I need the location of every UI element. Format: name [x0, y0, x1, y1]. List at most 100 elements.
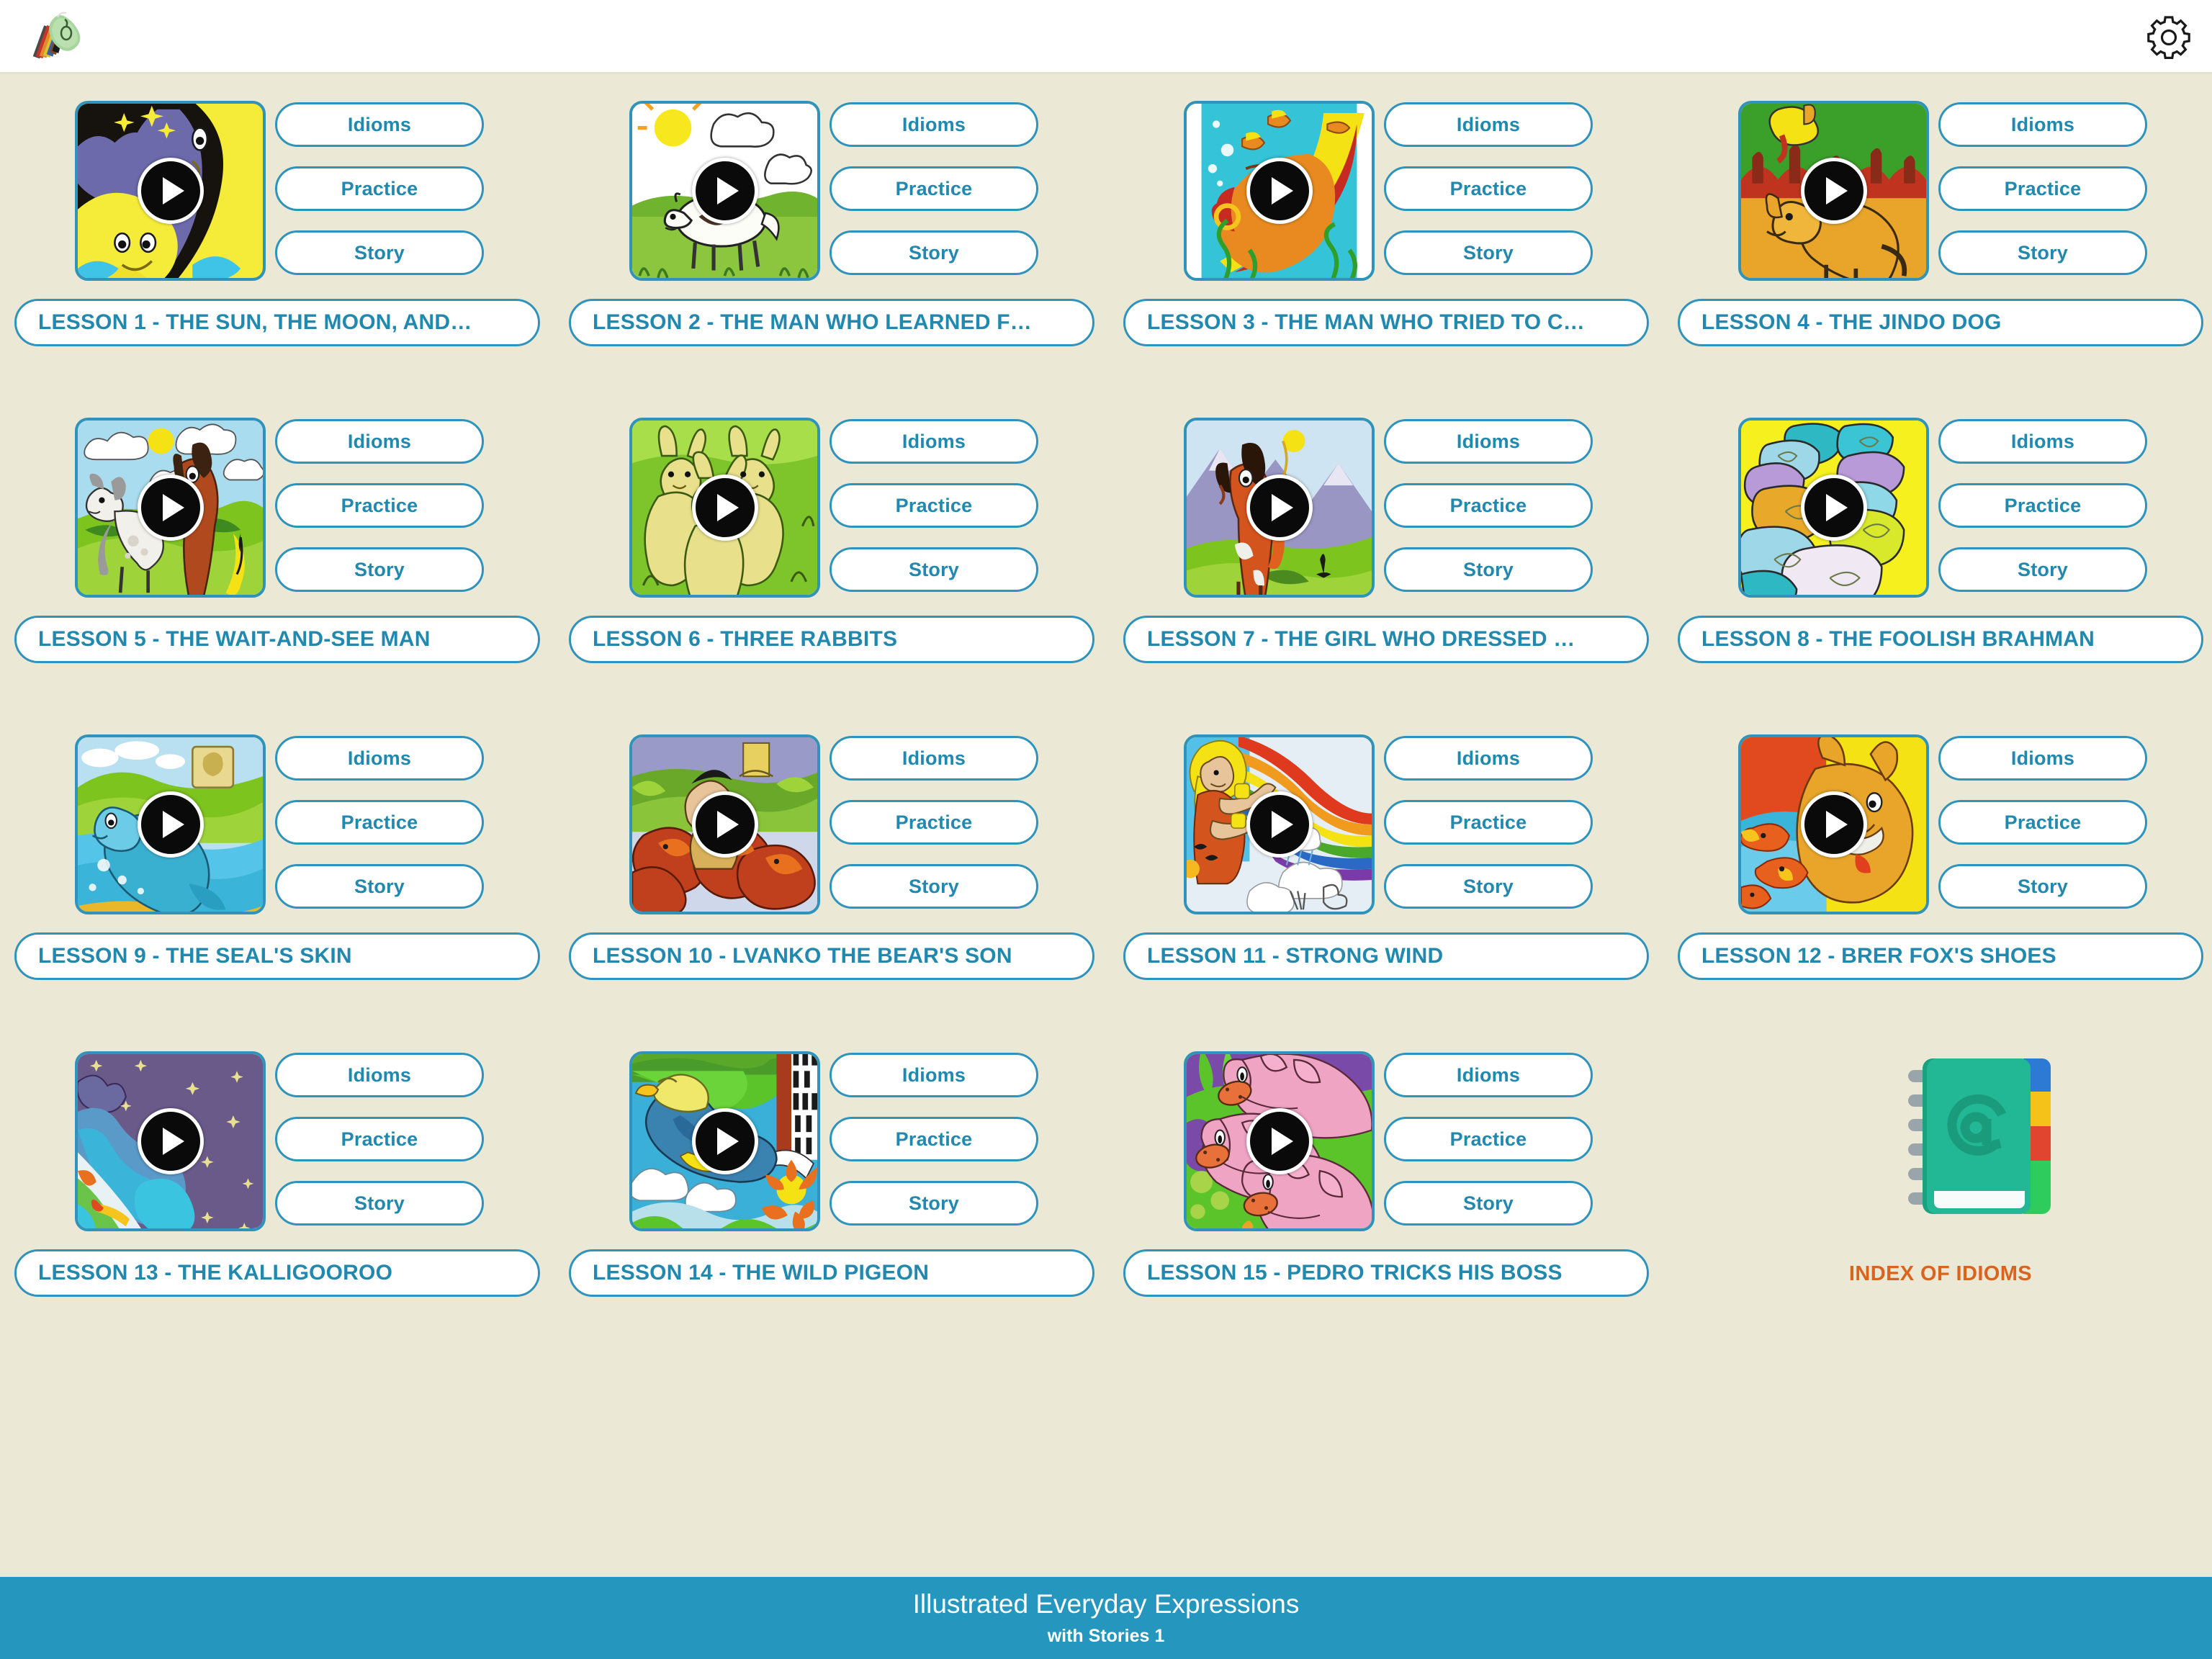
lesson-card: Idioms Practice Story LESSON 8 - THE FOO…	[1663, 402, 2212, 690]
practice-button[interactable]: Practice	[275, 1117, 484, 1161]
play-icon[interactable]	[691, 791, 758, 858]
lesson-title-button[interactable]: LESSON 9 - THE SEAL'S SKIN	[14, 932, 540, 980]
idioms-button[interactable]: Idioms	[830, 736, 1038, 781]
lesson-thumbnail[interactable]	[629, 734, 820, 914]
idioms-button[interactable]: Idioms	[1384, 736, 1593, 781]
practice-button[interactable]: Practice	[830, 483, 1038, 528]
practice-button[interactable]: Practice	[830, 800, 1038, 845]
story-button[interactable]: Story	[275, 1181, 484, 1226]
story-button[interactable]: Story	[830, 1181, 1038, 1226]
practice-button[interactable]: Practice	[1938, 166, 2147, 211]
lesson-title-button[interactable]: LESSON 6 - THREE RABBITS	[569, 616, 1094, 663]
lesson-actions: Idioms Practice Story	[830, 419, 1038, 611]
lesson-title-button[interactable]: LESSON 3 - THE MAN WHO TRIED TO C…	[1123, 299, 1649, 346]
practice-button[interactable]: Practice	[1384, 483, 1593, 528]
idioms-button[interactable]: Idioms	[1938, 736, 2147, 781]
lesson-thumbnail[interactable]	[75, 1051, 266, 1231]
play-icon[interactable]	[137, 791, 204, 858]
lesson-actions: Idioms Practice Story	[1938, 419, 2147, 611]
play-icon[interactable]	[1800, 475, 1867, 541]
idioms-button[interactable]: Idioms	[275, 1053, 484, 1097]
story-button[interactable]: Story	[1384, 230, 1593, 275]
lesson-title-button[interactable]: LESSON 8 - THE FOOLISH BRAHMAN	[1678, 616, 2203, 663]
lesson-thumbnail[interactable]	[75, 734, 266, 914]
idioms-button[interactable]: Idioms	[275, 736, 484, 781]
lesson-title-button[interactable]: LESSON 10 - LVANKO THE BEAR'S SON	[569, 932, 1094, 980]
story-button[interactable]: Story	[830, 547, 1038, 592]
idioms-button[interactable]: Idioms	[1384, 102, 1593, 147]
play-icon[interactable]	[1246, 158, 1313, 224]
idioms-button[interactable]: Idioms	[1384, 1053, 1593, 1097]
gear-icon[interactable]	[2146, 14, 2192, 60]
practice-button[interactable]: Practice	[830, 166, 1038, 211]
play-icon[interactable]	[1246, 475, 1313, 541]
practice-button[interactable]: Practice	[1938, 800, 2147, 845]
idioms-button[interactable]: Idioms	[830, 102, 1038, 147]
idioms-button[interactable]: Idioms	[1938, 419, 2147, 464]
lesson-thumbnail[interactable]	[1184, 1051, 1375, 1231]
lesson-thumbnail[interactable]	[1184, 418, 1375, 598]
lesson-title-button[interactable]: LESSON 12 - BRER FOX'S SHOES	[1678, 932, 2203, 980]
practice-button[interactable]: Practice	[275, 800, 484, 845]
lesson-thumbnail[interactable]	[629, 418, 820, 598]
play-icon[interactable]	[1800, 791, 1867, 858]
color-swatch-fan-icon[interactable]	[22, 7, 86, 65]
lesson-title-button[interactable]: LESSON 2 - THE MAN WHO LEARNED F…	[569, 299, 1094, 346]
lesson-thumbnail[interactable]	[629, 101, 820, 281]
index-of-idioms-button[interactable]: INDEX OF IDIOMS	[1663, 1035, 2212, 1323]
story-button[interactable]: Story	[1384, 864, 1593, 909]
play-icon[interactable]	[137, 158, 204, 224]
play-icon[interactable]	[1246, 1108, 1313, 1174]
practice-button[interactable]: Practice	[1384, 1117, 1593, 1161]
lesson-title-button[interactable]: LESSON 7 - THE GIRL WHO DRESSED …	[1123, 616, 1649, 663]
lesson-thumbnail[interactable]	[1738, 418, 1929, 598]
practice-button[interactable]: Practice	[830, 1117, 1038, 1161]
practice-button[interactable]: Practice	[275, 166, 484, 211]
lesson-title-button[interactable]: LESSON 15 - PEDRO TRICKS HIS BOSS	[1123, 1249, 1649, 1297]
lesson-title-button[interactable]: LESSON 13 - THE KALLIGOOROO	[14, 1249, 540, 1297]
lesson-title: LESSON 10 - LVANKO THE BEAR'S SON	[593, 944, 1012, 968]
lesson-thumbnail[interactable]	[1184, 101, 1375, 281]
lesson-title-button[interactable]: LESSON 11 - STRONG WIND	[1123, 932, 1649, 980]
play-icon[interactable]	[1246, 791, 1313, 858]
lesson-thumbnail[interactable]	[1738, 101, 1929, 281]
idioms-button[interactable]: Idioms	[830, 419, 1038, 464]
idioms-button[interactable]: Idioms	[1384, 419, 1593, 464]
play-icon[interactable]	[137, 1108, 204, 1174]
idioms-button[interactable]: Idioms	[830, 1053, 1038, 1097]
practice-button[interactable]: Practice	[1938, 483, 2147, 528]
practice-button[interactable]: Practice	[1384, 800, 1593, 845]
story-button[interactable]: Story	[1384, 1181, 1593, 1226]
story-button[interactable]: Story	[1938, 547, 2147, 592]
idioms-button[interactable]: Idioms	[275, 102, 484, 147]
practice-button[interactable]: Practice	[275, 483, 484, 528]
idioms-button[interactable]: Idioms	[275, 419, 484, 464]
lesson-actions: Idioms Practice Story	[275, 736, 484, 928]
lesson-thumbnail[interactable]	[1184, 734, 1375, 914]
practice-button[interactable]: Practice	[1384, 166, 1593, 211]
story-button[interactable]: Story	[275, 547, 484, 592]
lesson-title-button[interactable]: LESSON 14 - THE WILD PIGEON	[569, 1249, 1094, 1297]
lesson-thumbnail[interactable]	[75, 418, 266, 598]
story-button[interactable]: Story	[1938, 864, 2147, 909]
idioms-button[interactable]: Idioms	[1938, 102, 2147, 147]
play-icon[interactable]	[691, 158, 758, 224]
lesson-thumbnail[interactable]	[1738, 734, 1929, 914]
play-icon[interactable]	[1800, 158, 1867, 224]
lesson-title-button[interactable]: LESSON 1 - THE SUN, THE MOON, AND…	[14, 299, 540, 346]
play-icon[interactable]	[691, 475, 758, 541]
story-button[interactable]: Story	[275, 230, 484, 275]
lesson-title-button[interactable]: LESSON 4 - THE JINDO DOG	[1678, 299, 2203, 346]
lesson-title-button[interactable]: LESSON 5 - THE WAIT-AND-SEE MAN	[14, 616, 540, 663]
lesson-card: Idioms Practice Story LESSON 13 - THE KA…	[0, 1035, 554, 1323]
play-icon[interactable]	[137, 475, 204, 541]
story-button[interactable]: Story	[830, 230, 1038, 275]
top-bar	[0, 0, 2212, 74]
story-button[interactable]: Story	[275, 864, 484, 909]
story-button[interactable]: Story	[830, 864, 1038, 909]
lesson-thumbnail[interactable]	[75, 101, 266, 281]
lesson-thumbnail[interactable]	[629, 1051, 820, 1231]
story-button[interactable]: Story	[1384, 547, 1593, 592]
play-icon[interactable]	[691, 1108, 758, 1174]
story-button[interactable]: Story	[1938, 230, 2147, 275]
